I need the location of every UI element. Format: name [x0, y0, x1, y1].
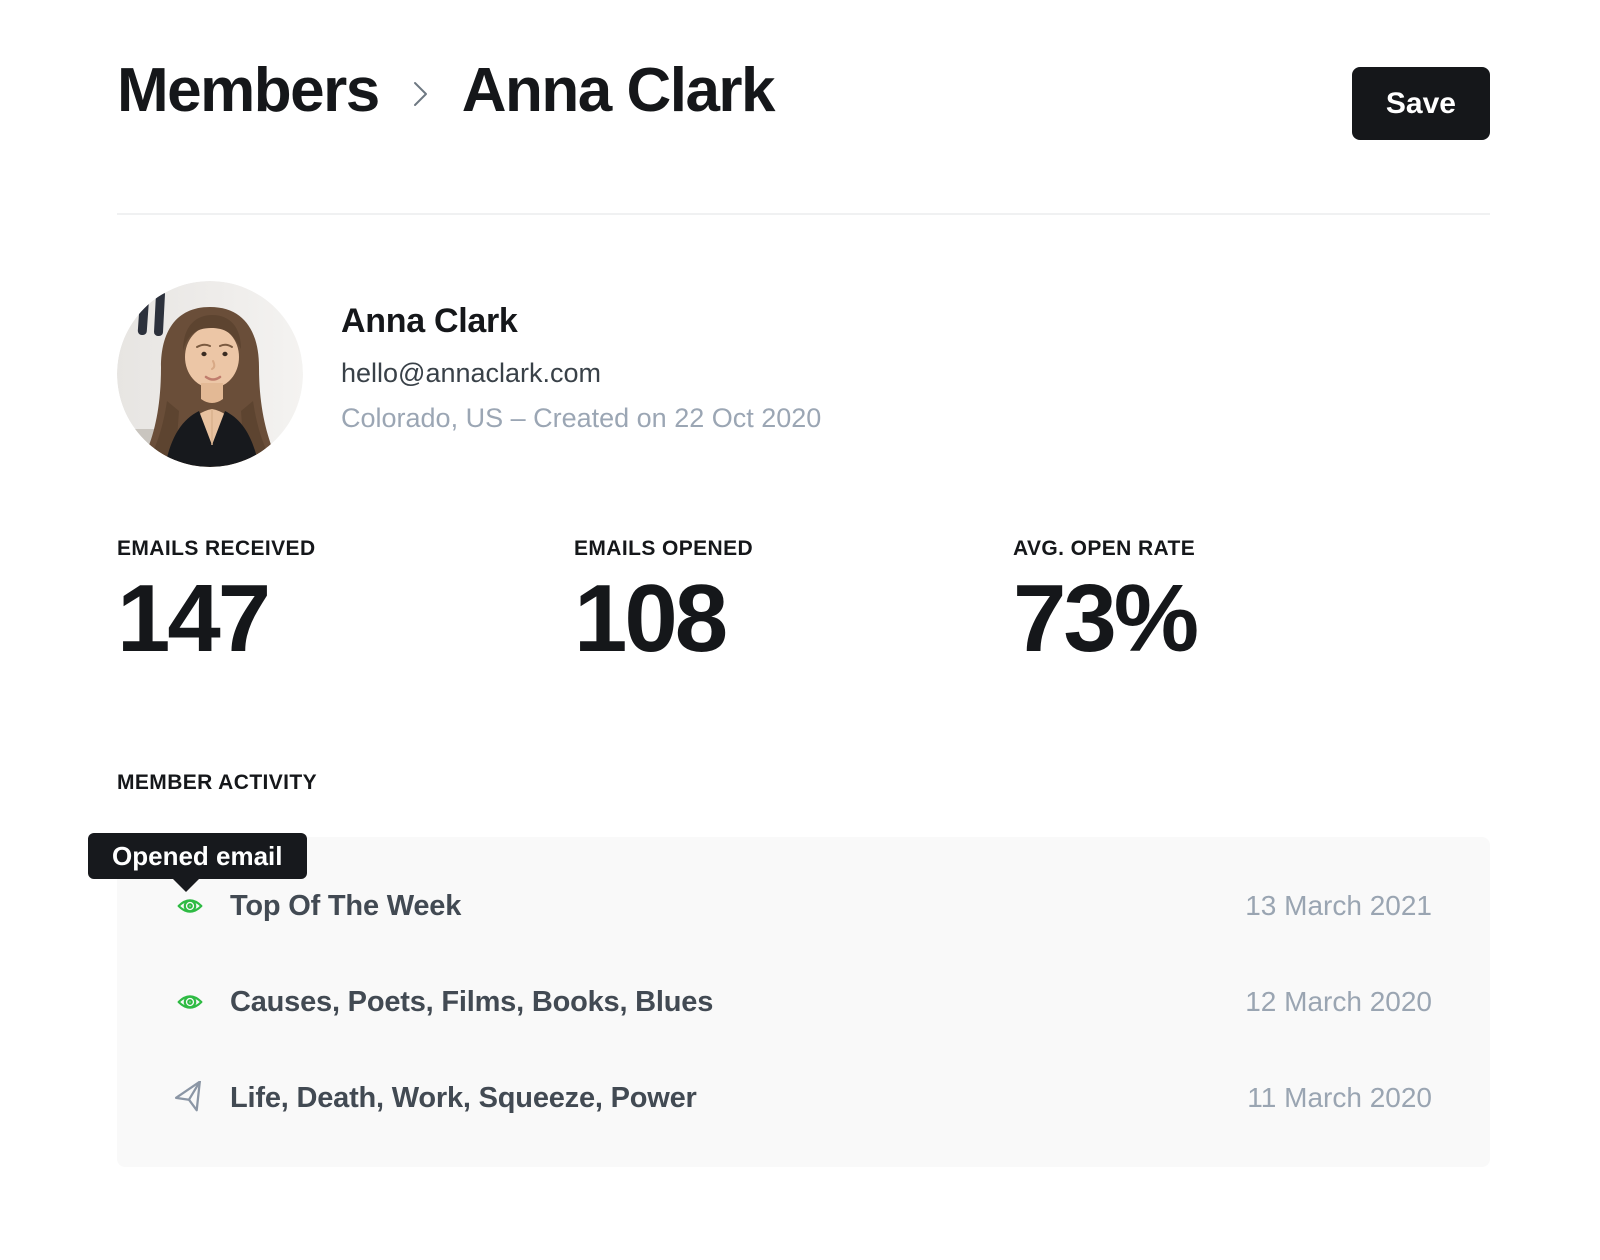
- activity-date: 11 March 2020: [1247, 1082, 1432, 1114]
- save-button[interactable]: Save: [1352, 67, 1490, 140]
- breadcrumb-chevron-icon: [407, 66, 434, 116]
- stat-emails-opened: EMAILS OPENED 108: [574, 537, 1013, 667]
- member-meta: Colorado, US – Created on 22 Oct 2020: [341, 403, 821, 434]
- member-stats: EMAILS RECEIVED 147 EMAILS OPENED 108 AV…: [117, 537, 1490, 667]
- member-detail-page: Members Anna Clark Save: [117, 0, 1490, 1167]
- activity-row: Causes, Poets, Films, Books, Blues 12 Ma…: [172, 954, 1432, 1050]
- member-activity-heading: MEMBER ACTIVITY: [117, 771, 1490, 795]
- stat-open-rate: AVG. OPEN RATE 73%: [1013, 537, 1196, 667]
- activity-title[interactable]: Life, Death, Work, Squeeze, Power: [230, 1082, 697, 1115]
- stat-value: 108: [574, 571, 1013, 667]
- eye-icon[interactable]: [172, 893, 207, 919]
- activity-row: Life, Death, Work, Squeeze, Power 11 Mar…: [172, 1050, 1432, 1146]
- activity-title[interactable]: Causes, Poets, Films, Books, Blues: [230, 986, 713, 1019]
- profile-info: Anna Clark hello@annaclark.com Colorado,…: [341, 281, 821, 467]
- activity-row: Top Of The Week 13 March 2021: [172, 858, 1432, 954]
- opened-email-tooltip: Opened email: [88, 833, 307, 879]
- member-name: Anna Clark: [341, 302, 821, 341]
- eye-icon[interactable]: [172, 989, 207, 1015]
- activity-title[interactable]: Top Of The Week: [230, 890, 461, 923]
- send-icon[interactable]: [172, 1081, 207, 1115]
- header-divider: [117, 213, 1490, 215]
- stat-label: EMAILS OPENED: [574, 537, 1013, 561]
- page-title: Members Anna Clark: [117, 56, 774, 125]
- stat-label: EMAILS RECEIVED: [117, 537, 574, 561]
- breadcrumb-current: Anna Clark: [462, 56, 774, 125]
- page-header: Members Anna Clark Save: [117, 0, 1490, 140]
- activity-date: 12 March 2020: [1245, 986, 1432, 1018]
- stat-value: 73%: [1013, 571, 1196, 667]
- activity-date: 13 March 2021: [1245, 890, 1432, 922]
- member-profile: Anna Clark hello@annaclark.com Colorado,…: [117, 281, 1490, 467]
- stat-value: 147: [117, 571, 574, 667]
- stat-label: AVG. OPEN RATE: [1013, 537, 1196, 561]
- activity-list: Top Of The Week 13 March 2021 Causes, Po…: [117, 837, 1490, 1167]
- stat-emails-received: EMAILS RECEIVED 147: [117, 537, 574, 667]
- member-email: hello@annaclark.com: [341, 358, 821, 389]
- breadcrumb-members-link[interactable]: Members: [117, 56, 379, 125]
- avatar: [117, 281, 303, 467]
- member-activity-section: MEMBER ACTIVITY Opened email Top Of The …: [117, 771, 1490, 1167]
